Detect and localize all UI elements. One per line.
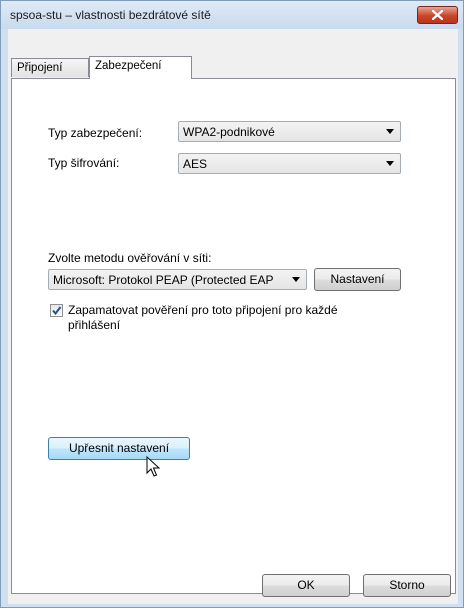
security-tab-panel: Typ zabezpečení: WPA2-podnikové Typ šifr… (11, 78, 456, 594)
security-type-value: WPA2-podnikové (183, 125, 275, 139)
close-button[interactable] (417, 6, 458, 24)
security-type-select[interactable]: WPA2-podnikové (178, 121, 401, 142)
chevron-down-icon (386, 129, 394, 134)
encryption-type-select[interactable]: AES (178, 153, 401, 174)
dialog-window: spsoa-stu – vlastnosti bezdrátové sítě P… (0, 0, 464, 608)
checkmark-icon (52, 306, 62, 316)
settings-button[interactable]: Nastavení (314, 268, 401, 291)
tab-zabezpeceni[interactable]: Zabezpečení (89, 56, 192, 79)
remember-credentials-label-line1[interactable]: Zapamatovat pověření pro toto připojení … (68, 303, 338, 317)
close-icon (432, 10, 443, 20)
remember-credentials-label-line2[interactable]: přihlášení (68, 318, 120, 332)
encryption-type-label: Typ šifrování: (48, 156, 120, 170)
cancel-button[interactable]: Storno (363, 574, 451, 597)
auth-method-value: Microsoft: Protokol PEAP (Protected EAP (53, 273, 274, 287)
advanced-settings-button[interactable]: Upřesnit nastavení (48, 437, 190, 460)
tab-pripojeni-label: Připojení (17, 62, 63, 74)
encryption-type-value: AES (183, 157, 208, 171)
title-bar[interactable]: spsoa-stu – vlastnosti bezdrátové sítě (1, 1, 463, 29)
chevron-down-icon (386, 161, 394, 166)
auth-method-select[interactable]: Microsoft: Protokol PEAP (Protected EAP (48, 269, 307, 290)
window-title: spsoa-stu – vlastnosti bezdrátové sítě (10, 8, 211, 22)
chevron-down-icon (292, 277, 300, 282)
remember-credentials-checkbox[interactable] (50, 304, 63, 317)
ok-button[interactable]: OK (262, 574, 350, 597)
auth-method-label: Zvolte metodu ověřování v síti: (48, 251, 212, 265)
tab-zabezpeceni-label: Zabezpečení (95, 60, 162, 72)
mouse-pointer-icon (146, 456, 160, 477)
tab-pripojeni[interactable]: Připojení (11, 58, 89, 77)
security-type-label: Typ zabezpečení: (48, 126, 143, 140)
dialog-client-area: Připojení Zabezpečení Typ zabezpečení: W… (8, 29, 458, 604)
